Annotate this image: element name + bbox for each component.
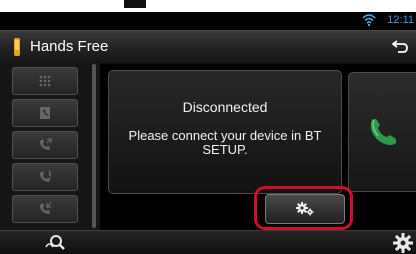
message-panel: Disconnected Please connect your device … <box>108 70 342 194</box>
bottom-bar <box>0 230 416 254</box>
bt-setup-button[interactable] <box>265 194 345 224</box>
call-button[interactable] <box>348 72 416 192</box>
incoming-call-icon <box>40 202 52 214</box>
incoming-calls-button[interactable] <box>12 195 78 223</box>
voice-search-icon[interactable] <box>44 233 66 253</box>
settings-gears-icon <box>296 202 314 216</box>
connection-status: Disconnected <box>182 99 268 115</box>
back-icon <box>392 40 408 53</box>
phonebook-icon <box>40 107 50 119</box>
hands-free-screen: 12:11 Hands Free Disconnected Please con… <box>0 0 416 254</box>
wifi-icon <box>362 14 376 27</box>
clock: 12:11 <box>387 14 414 26</box>
connection-instruction: Please connect your device in BT SETUP. <box>128 128 322 157</box>
sidebar <box>0 62 100 230</box>
phone-app-icon <box>14 38 20 56</box>
top-tab <box>124 0 146 8</box>
outgoing-call-icon <box>40 138 52 150</box>
dial-pad-icon <box>39 75 51 87</box>
missed-calls-button[interactable] <box>12 163 78 191</box>
settings-gear-icon[interactable] <box>392 232 414 254</box>
title-bar: Hands Free <box>0 30 416 64</box>
status-bar: 12:11 <box>0 12 416 30</box>
phonebook-button[interactable] <box>12 99 78 127</box>
outgoing-calls-button[interactable] <box>12 131 78 159</box>
back-button[interactable] <box>390 36 410 56</box>
phone-handset-icon <box>370 119 396 145</box>
dial-pad-button[interactable] <box>12 67 78 95</box>
sidebar-scrollbar[interactable] <box>92 64 96 228</box>
missed-call-icon <box>40 171 51 182</box>
page-title: Hands Free <box>30 38 109 55</box>
